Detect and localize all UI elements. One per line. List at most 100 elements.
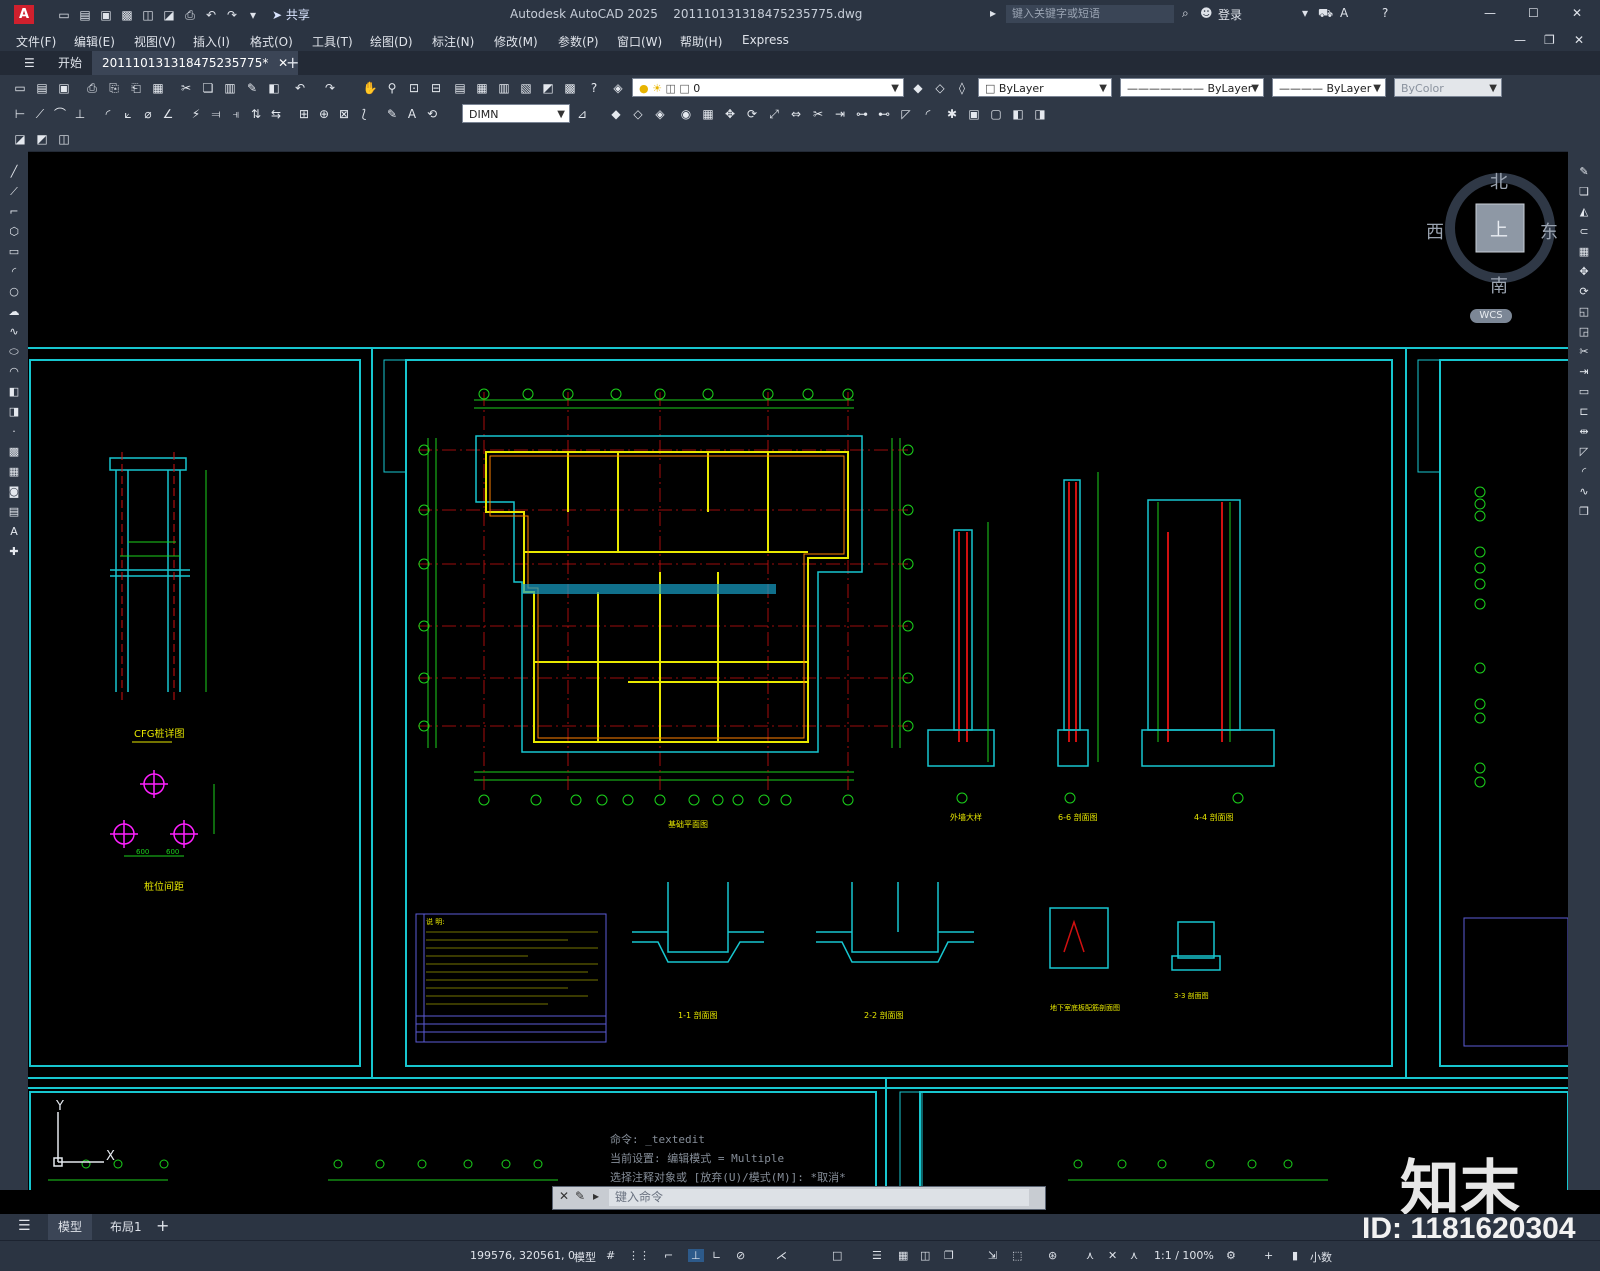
save-icon[interactable]: ▣ xyxy=(98,7,114,23)
join-icon[interactable]: ⊷ xyxy=(876,106,892,122)
annotation-monitor-icon[interactable]: + xyxy=(1264,1249,1273,1262)
user-icon[interactable]: ☻ xyxy=(1200,6,1213,20)
publish-icon[interactable]: ⎗ xyxy=(128,80,144,96)
autodesk-account-icon[interactable]: A xyxy=(1340,6,1348,20)
insert-block-icon[interactable]: ◧ xyxy=(6,384,22,400)
doc-close-icon[interactable]: ✕ xyxy=(1574,33,1584,47)
plot-icon[interactable]: ⎙ xyxy=(84,80,100,96)
3d-osnap-icon[interactable]: ❐ xyxy=(944,1249,954,1262)
dim-break-icon[interactable]: ⇆ xyxy=(268,106,284,122)
lineweight-dropdown[interactable]: ———— ByLayer ▼ xyxy=(1272,78,1386,97)
spline-icon[interactable]: ∿ xyxy=(6,324,22,340)
array-icon[interactable]: ▦ xyxy=(1576,244,1592,260)
save-web-icon[interactable]: ◪ xyxy=(161,7,177,23)
table-icon[interactable]: ▤ xyxy=(6,504,22,520)
pdf-icon[interactable]: ▦ xyxy=(150,80,166,96)
new-icon[interactable]: ▭ xyxy=(12,80,28,96)
wcs-menu-button[interactable]: WCS xyxy=(1470,309,1512,323)
cart-icon[interactable]: ⛟ xyxy=(1318,6,1333,22)
baseline-icon[interactable]: ⫤ xyxy=(208,106,224,122)
menu-edit[interactable]: 编辑(E) xyxy=(74,33,115,50)
break-icon[interactable]: ⊶ xyxy=(854,106,870,122)
layer-previous-icon[interactable]: ◇ xyxy=(932,80,948,96)
dim-space-icon[interactable]: ⇅ xyxy=(248,106,264,122)
application-menu-icon[interactable]: ☰ xyxy=(14,51,45,75)
match-properties-icon[interactable]: ✎ xyxy=(244,80,260,96)
jogged-icon[interactable]: ⟀ xyxy=(120,106,136,122)
menu-file[interactable]: 文件(F) xyxy=(16,33,56,50)
move-icon[interactable]: ✥ xyxy=(1576,264,1592,280)
selection-cycling-icon[interactable]: ◫ xyxy=(920,1249,930,1262)
break-at-point-icon[interactable]: ▭ xyxy=(1576,384,1592,400)
redo-icon[interactable]: ↷ xyxy=(224,7,240,23)
ellipse-icon[interactable]: ⬭ xyxy=(6,344,22,360)
plotstyle-dropdown[interactable]: ByColor ▼ xyxy=(1394,78,1502,97)
layer-state-icon[interactable]: ◊ xyxy=(954,80,970,96)
share-button[interactable]: ➤ 共享 xyxy=(272,6,310,23)
center-mark-icon[interactable]: ⊕ xyxy=(316,106,332,122)
offset-icon[interactable]: ⊂ xyxy=(1576,224,1592,240)
undo-icon[interactable]: ↶ xyxy=(292,80,308,96)
menu-express[interactable]: Express xyxy=(742,33,789,47)
extend-icon[interactable]: ⇥ xyxy=(1576,364,1592,380)
color-dropdown[interactable]: □ ByLayer ▼ xyxy=(978,78,1112,97)
menu-window[interactable]: 窗口(W) xyxy=(617,33,662,50)
tab-document[interactable]: 201110131318475235775* ✕ xyxy=(92,51,299,75)
command-customize-icon[interactable]: ✎ xyxy=(575,1189,585,1203)
coordinates-readout[interactable]: 199576, 320561, 0 xyxy=(470,1249,575,1262)
zoom-previous-icon[interactable]: ⊟ xyxy=(428,80,444,96)
gradient-icon[interactable]: ▦ xyxy=(6,464,22,480)
isodraft-icon[interactable]: ⋌ xyxy=(776,1249,787,1262)
dimstyle-dropdown[interactable]: DIMN ▼ xyxy=(462,104,570,123)
open-file-icon[interactable]: ▤ xyxy=(77,7,93,23)
annotation-scale-value[interactable]: 1:1 / 100% xyxy=(1154,1249,1214,1262)
menu-parametric[interactable]: 参数(P) xyxy=(558,33,599,50)
dimension-style-icon[interactable]: ⊿ xyxy=(574,106,590,122)
mirror-icon[interactable]: ◈ xyxy=(652,106,668,122)
multiline-text-icon[interactable]: A xyxy=(6,524,22,540)
viewcube-east[interactable]: 东 xyxy=(1540,218,1558,244)
plot-preview-icon[interactable]: ⎘ xyxy=(106,80,122,96)
grid-icon[interactable]: # xyxy=(606,1249,615,1262)
arc-length-icon[interactable]: ⌒ xyxy=(52,106,68,122)
minimize-icon[interactable]: — xyxy=(1484,6,1496,20)
model-space-toggle[interactable]: 模型 xyxy=(574,1249,596,1265)
chamfer-icon[interactable]: ◸ xyxy=(1576,444,1592,460)
open-icon[interactable]: ▤ xyxy=(34,80,50,96)
autocad-logo-icon[interactable]: A xyxy=(14,5,34,24)
point-icon[interactable]: · xyxy=(6,424,22,440)
viewcube-south[interactable]: 南 xyxy=(1490,272,1508,298)
linetype-dropdown[interactable]: ——————— ByLayer ▼ xyxy=(1120,78,1264,97)
workspace-gear-icon[interactable]: ⚙ xyxy=(1226,1249,1236,1262)
add-layout-icon[interactable]: + xyxy=(156,1216,169,1235)
gizmo-icon[interactable]: ⊛ xyxy=(1048,1249,1057,1262)
dim-edit-icon[interactable]: ✎ xyxy=(384,106,400,122)
sheet-set-icon[interactable]: ▧ xyxy=(518,80,534,96)
join-icon[interactable]: ⇹ xyxy=(1576,424,1592,440)
drawing-canvas[interactable]: CFG桩详图 600 600 桩位间距 基础平面图 外墙大样 6-6 剖面图 4… xyxy=(28,152,1568,1190)
plot-icon[interactable]: ⎙ xyxy=(182,7,198,23)
menu-format[interactable]: 格式(O) xyxy=(250,33,293,50)
login-button[interactable]: 登录 xyxy=(1218,6,1242,23)
continue-icon[interactable]: ⫣ xyxy=(228,106,244,122)
paste-icon[interactable]: ▥ xyxy=(222,80,238,96)
fillet-icon[interactable]: ◜ xyxy=(920,106,936,122)
offset-icon[interactable]: ◉ xyxy=(678,106,694,122)
line-icon[interactable]: ╱ xyxy=(6,164,22,180)
scale-icon[interactable]: ⤢ xyxy=(766,106,782,122)
cut-paste-icon[interactable]: ◪ xyxy=(12,131,28,147)
extend-icon[interactable]: ⇥ xyxy=(832,106,848,122)
pan-icon[interactable]: ✋ xyxy=(362,80,378,96)
jogged-linear-icon[interactable]: ⟅ xyxy=(356,106,372,122)
menu-view[interactable]: 视图(V) xyxy=(134,33,176,50)
command-close-icon[interactable]: ✕ xyxy=(559,1189,569,1203)
ungroup-icon[interactable]: ▢ xyxy=(988,106,1004,122)
diameter-icon[interactable]: ⌀ xyxy=(140,106,156,122)
stretch-icon[interactable]: ⇔ xyxy=(788,106,804,122)
tool-palettes-icon[interactable]: ▥ xyxy=(496,80,512,96)
design-center-icon[interactable]: ▦ xyxy=(474,80,490,96)
customize-chevron-icon[interactable]: ▾ xyxy=(245,7,261,23)
search-input[interactable]: 键入关键字或短语 xyxy=(1006,5,1174,23)
rotate-icon[interactable]: ⟳ xyxy=(744,106,760,122)
circle-icon[interactable]: ○ xyxy=(6,284,22,300)
